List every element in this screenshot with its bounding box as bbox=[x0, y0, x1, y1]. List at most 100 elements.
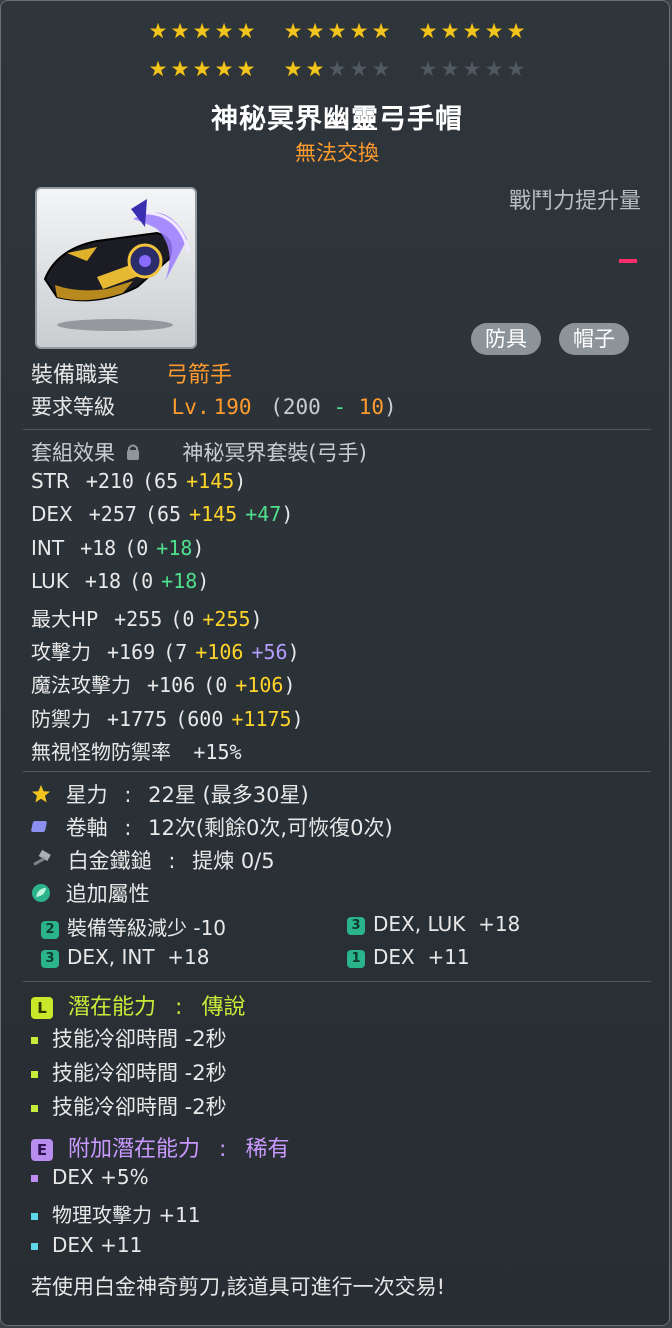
flame-stat: 3 DEX, LUK +18 bbox=[347, 912, 520, 936]
ignore-def-label: 無視怪物防禦率 bbox=[31, 740, 171, 764]
scroll-label: 卷軸 bbox=[65, 816, 108, 840]
star-empty-icon: ★ bbox=[327, 57, 347, 81]
stat-base: (0 bbox=[129, 569, 154, 594]
starforce-row-2: ★ ★ ★ ★ ★ ★ ★ ★ ★ ★ ★ ★ ★ ★ ★ bbox=[1, 57, 672, 81]
stat-base: (7 bbox=[163, 640, 188, 664]
stat-label: DEX bbox=[31, 502, 73, 527]
star-group: ★ ★ ★ ★ ★ bbox=[419, 57, 526, 81]
stat-bonus: +106 bbox=[235, 673, 284, 698]
stat-base: (65 bbox=[141, 469, 179, 493]
flame-stat: 3 DEX, INT +18 bbox=[41, 945, 209, 969]
epic-badge: E bbox=[31, 1139, 53, 1161]
additional-line: DEX +5% bbox=[31, 1165, 149, 1189]
stat-bonus: +106 bbox=[195, 640, 244, 664]
legendary-badge: L bbox=[31, 997, 53, 1019]
star-filled-icon: ★ bbox=[418, 19, 438, 43]
tag-hat: 帽子 bbox=[559, 323, 629, 355]
stat-total: +257 bbox=[88, 502, 137, 527]
stat-row: 攻擊力 +169 (7 +106 +56) bbox=[31, 640, 300, 664]
potential-line: 技能冷卻時間 -2秒 bbox=[31, 1023, 227, 1053]
star-filled-icon: ★ bbox=[327, 19, 347, 43]
combat-power-indicator bbox=[619, 259, 637, 263]
stat-base: (0 bbox=[124, 535, 149, 560]
level-prefix: Lv. bbox=[171, 395, 210, 419]
scroll-row: 卷軸 : 12次(剩餘0次,可恢復0次) bbox=[31, 812, 393, 842]
stat-label: 最大HP bbox=[31, 606, 99, 631]
star-filled-icon: ★ bbox=[349, 19, 369, 43]
stat-base: (0 bbox=[203, 673, 228, 698]
bullet-icon bbox=[31, 1243, 38, 1250]
stat-bonus: +47 bbox=[245, 502, 282, 527]
scroll-value: 12次(剩餘0次,可恢復0次) bbox=[148, 816, 393, 840]
star-filled-icon: ★ bbox=[214, 19, 234, 43]
tier-badge: 2 bbox=[41, 920, 59, 939]
stat-total: +18 bbox=[80, 535, 117, 560]
star-filled-icon: ★ bbox=[462, 19, 482, 43]
star-filled-icon: ★ bbox=[192, 57, 212, 81]
potential-label: 潛在能力 bbox=[68, 995, 157, 1020]
star-group: ★ ★ ★ ★ ★ bbox=[149, 57, 256, 81]
star-filled-icon: ★ bbox=[440, 19, 460, 43]
ignore-def-row: 無視怪物防禦率 +15% bbox=[31, 736, 242, 765]
flame-label: 追加屬性 bbox=[65, 882, 150, 906]
stat-row: STR +210 (65 +145) bbox=[31, 469, 247, 493]
stat-row: 最大HP +255 (0 +255) bbox=[31, 606, 263, 631]
hammer-row: 白金鐵鎚 : 提煉 0/5 bbox=[31, 845, 275, 875]
stat-row: 魔法攻擊力 +106 (0 +106) bbox=[31, 673, 296, 698]
star-filled-icon: ★ bbox=[192, 19, 212, 43]
hammer-label: 白金鐵鎚 bbox=[67, 849, 152, 873]
star-filled-icon: ★ bbox=[170, 57, 190, 81]
divider bbox=[23, 429, 651, 430]
item-tooltip: ★ ★ ★ ★ ★ ★ ★ ★ ★ ★ ★ ★ ★ ★ ★ ★ ★ ★ ★ ★ ★ ★ ★ ★ ★ ★ ★ ★ ★ ★ 神秘冥界幽靈弓手… bbox=[0, 0, 670, 1326]
job-row: 裝備職業 弓箭手 bbox=[31, 357, 232, 389]
ignore-def-value: +15% bbox=[193, 740, 242, 764]
leaf-icon bbox=[31, 883, 51, 908]
stat-row: 防禦力 +1775 (600 +1175) bbox=[31, 706, 304, 731]
flame-text: DEX, LUK +18 bbox=[373, 912, 521, 936]
job-value: 弓箭手 bbox=[166, 363, 233, 388]
stat-total: +210 bbox=[85, 469, 134, 493]
star-filled-icon: ★ bbox=[484, 19, 504, 43]
tier-badge: 1 bbox=[347, 949, 365, 968]
stat-base: (600 bbox=[175, 706, 224, 731]
stat-label: STR bbox=[31, 469, 70, 493]
item-icon-frame bbox=[35, 187, 197, 349]
potential-line: 技能冷卻時間 -2秒 bbox=[31, 1057, 227, 1087]
star-empty-icon: ★ bbox=[506, 57, 526, 81]
stat-label: INT bbox=[31, 535, 65, 560]
stat-bonus: +255 bbox=[202, 606, 251, 631]
divider bbox=[23, 771, 651, 772]
additional-line: DEX +11 bbox=[31, 1233, 142, 1257]
star-empty-icon: ★ bbox=[349, 57, 369, 81]
tag-armor: 防具 bbox=[471, 323, 541, 355]
hat-icon bbox=[43, 199, 191, 331]
star-empty-icon: ★ bbox=[440, 57, 460, 81]
star-filled-icon: ★ bbox=[283, 19, 303, 43]
set-row: 套組效果 神秘冥界套裝(弓手) bbox=[31, 437, 367, 467]
starforce-value: 22星 (最多30星) bbox=[148, 783, 309, 807]
star-filled-icon: ★ bbox=[148, 19, 168, 43]
level-base: 200 bbox=[282, 395, 321, 419]
job-label: 裝備職業 bbox=[31, 363, 120, 388]
additional-label: 附加潛在能力 bbox=[68, 1137, 201, 1162]
flame-text: 裝備等級減少 -10 bbox=[67, 916, 227, 940]
flame-row: 追加屬性 bbox=[31, 878, 150, 908]
starforce-row: 星力 : 22星 (最多30星) bbox=[31, 779, 309, 809]
hammer-icon bbox=[31, 849, 53, 875]
stat-row: DEX +257 (65 +145 +47) bbox=[31, 502, 294, 527]
star-filled-icon: ★ bbox=[371, 19, 391, 43]
level-reduction: 10 bbox=[358, 395, 385, 419]
bullet-icon bbox=[31, 1104, 38, 1112]
star-group: ★ ★ ★ ★ ★ bbox=[149, 19, 256, 43]
level-row: 要求等級 Lv. 190 (200 - 10) bbox=[31, 395, 397, 419]
stat-total: +1775 bbox=[107, 706, 168, 731]
stat-row: INT +18 (0 +18) bbox=[31, 535, 205, 560]
additional-line: 物理攻擊力 +11 bbox=[31, 1199, 201, 1228]
stat-bonus: +145 bbox=[189, 502, 238, 527]
star-filled-icon: ★ bbox=[305, 57, 325, 81]
trade-status: 無法交換 bbox=[295, 141, 379, 165]
stat-total: +255 bbox=[114, 606, 163, 631]
flame-text: DEX +11 bbox=[373, 945, 470, 969]
star-empty-icon: ★ bbox=[462, 57, 482, 81]
stat-label: 防禦力 bbox=[31, 706, 91, 731]
